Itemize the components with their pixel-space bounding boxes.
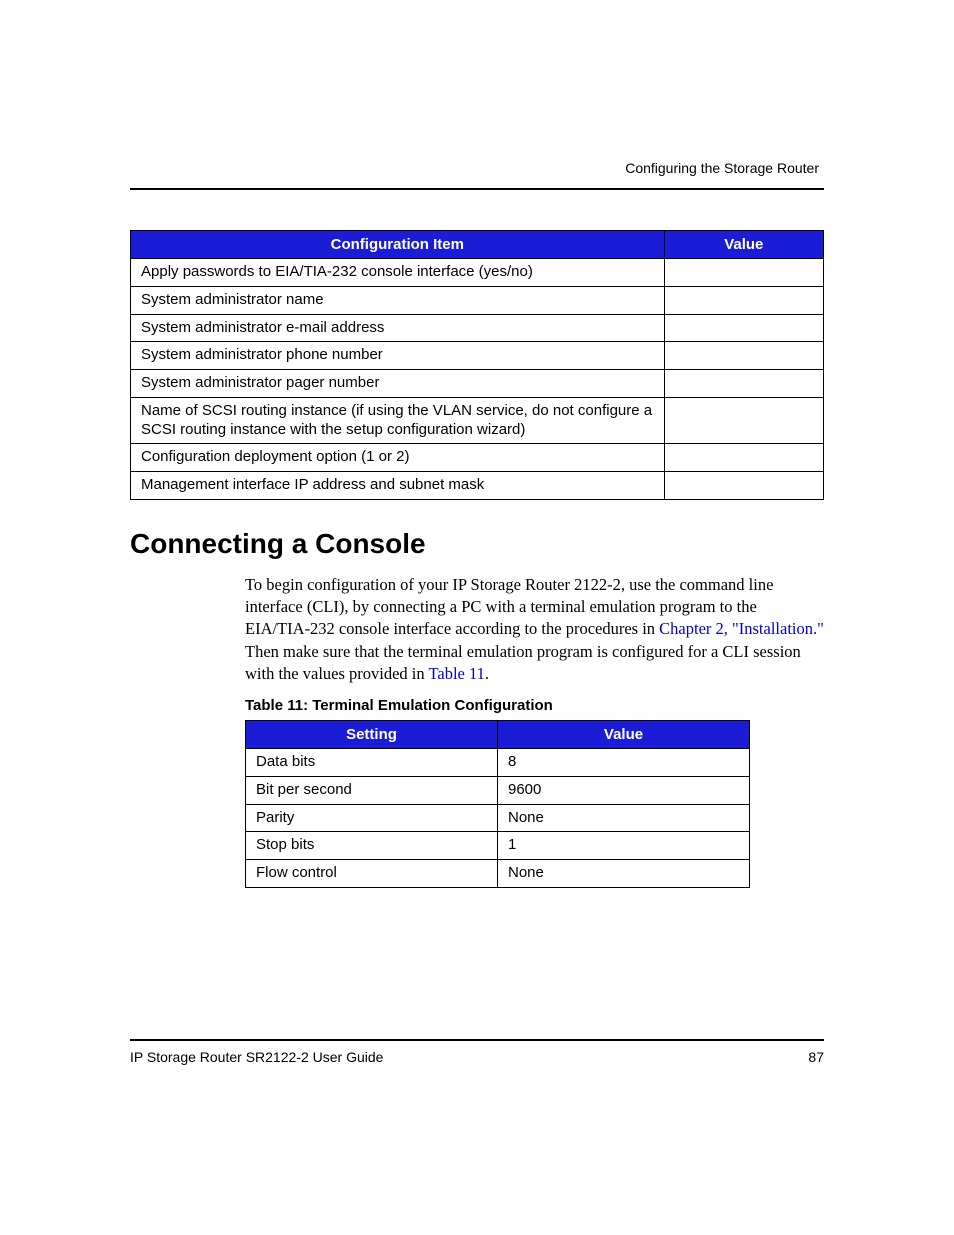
config-value-cell [664,259,823,287]
table-row: Bit per second9600 [246,776,750,804]
configuration-item-table: Configuration Item Value Apply passwords… [130,230,824,500]
config-value-cell [664,342,823,370]
config-value-cell [664,397,823,444]
config-item-cell: System administrator name [131,286,665,314]
table-row: Name of SCSI routing instance (if using … [131,397,824,444]
terminal-setting-cell: Data bits [246,749,498,777]
table-row: System administrator pager number [131,370,824,398]
table-row: Apply passwords to EIA/TIA-232 console i… [131,259,824,287]
link-chapter-2[interactable]: Chapter 2, "Installation." [659,619,824,638]
config-table-header-value: Value [664,231,823,259]
config-item-cell: System administrator e-mail address [131,314,665,342]
terminal-value-cell: None [498,804,750,832]
config-item-cell: System administrator pager number [131,370,665,398]
para-text: . [485,664,489,683]
section-heading: Connecting a Console [130,528,824,560]
footer-rule [130,1039,824,1041]
table-row: Data bits8 [246,749,750,777]
config-item-cell: Management interface IP address and subn… [131,472,665,500]
page-footer: IP Storage Router SR2122-2 User Guide 87 [130,1039,824,1065]
config-value-cell [664,472,823,500]
config-item-cell: Name of SCSI routing instance (if using … [131,397,665,444]
terminal-value-cell: 1 [498,832,750,860]
header-rule [130,188,824,190]
footer-page-number: 87 [808,1049,824,1065]
running-header: Configuring the Storage Router [130,160,824,176]
terminal-setting-cell: Stop bits [246,832,498,860]
link-table-11[interactable]: Table 11 [428,664,484,683]
config-table-header-item: Configuration Item [131,231,665,259]
table-row: Configuration deployment option (1 or 2) [131,444,824,472]
terminal-setting-cell: Bit per second [246,776,498,804]
table-row: ParityNone [246,804,750,832]
terminal-table-header-setting: Setting [246,721,498,749]
table-caption: Table 11: Terminal Emulation Configurati… [245,697,824,714]
table-row: System administrator e-mail address [131,314,824,342]
table-row: Management interface IP address and subn… [131,472,824,500]
terminal-setting-cell: Parity [246,804,498,832]
terminal-value-cell: 9600 [498,776,750,804]
table-row: System administrator name [131,286,824,314]
terminal-value-cell: None [498,860,750,888]
config-item-cell: System administrator phone number [131,342,665,370]
config-item-cell: Apply passwords to EIA/TIA-232 console i… [131,259,665,287]
terminal-table-header-value: Value [498,721,750,749]
config-value-cell [664,286,823,314]
para-text: Then make sure that the terminal emulati… [245,642,801,683]
terminal-value-cell: 8 [498,749,750,777]
terminal-setting-cell: Flow control [246,860,498,888]
config-value-cell [664,444,823,472]
config-value-cell [664,314,823,342]
table-row: Flow controlNone [246,860,750,888]
config-value-cell [664,370,823,398]
terminal-emulation-table: Setting Value Data bits8 Bit per second9… [245,720,750,888]
body-paragraph: To begin configuration of your IP Storag… [245,574,824,685]
table-row: System administrator phone number [131,342,824,370]
table-row: Stop bits1 [246,832,750,860]
config-item-cell: Configuration deployment option (1 or 2) [131,444,665,472]
footer-doc-title: IP Storage Router SR2122-2 User Guide [130,1049,383,1065]
